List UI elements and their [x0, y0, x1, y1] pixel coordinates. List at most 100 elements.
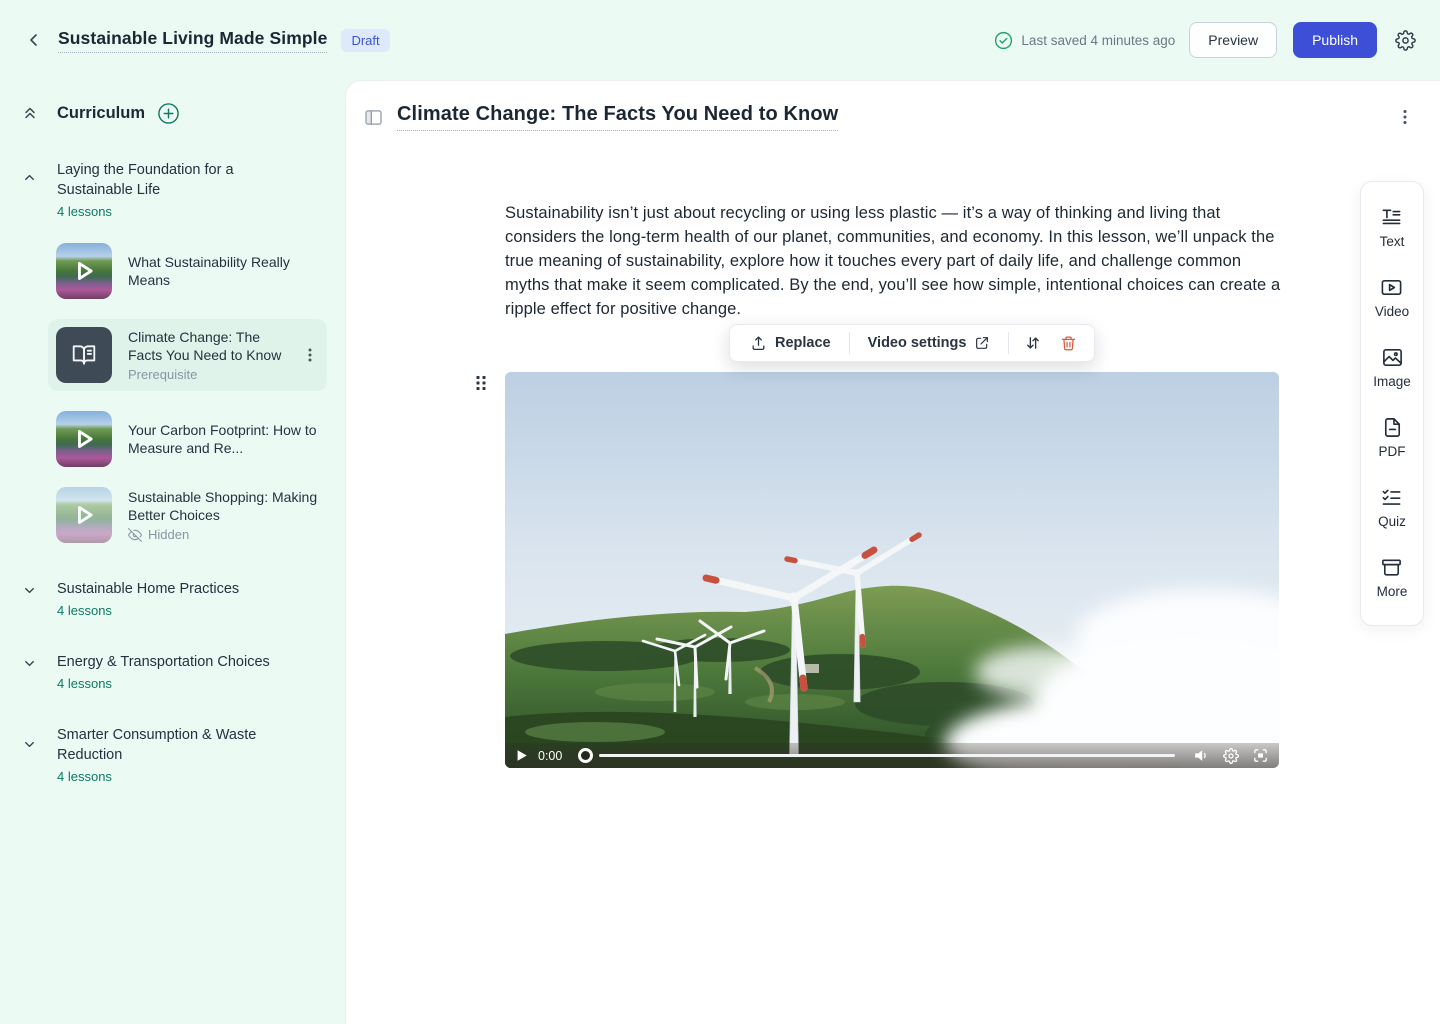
kebab-icon: [303, 347, 317, 363]
add-section-button[interactable]: [157, 102, 180, 125]
video-player[interactable]: 0:00: [505, 372, 1279, 768]
move-block-button[interactable]: [1017, 328, 1049, 358]
lesson-item[interactable]: What Sustainability Really Means: [56, 243, 327, 299]
image-icon: [1381, 346, 1404, 369]
panel-left-icon: [365, 110, 382, 125]
scrubber-handle[interactable]: [578, 748, 593, 763]
palette-item-text[interactable]: Text: [1380, 206, 1405, 249]
check-circle-icon: [994, 31, 1013, 50]
replace-video-button[interactable]: Replace: [740, 329, 841, 358]
section-title[interactable]: Sustainable Home Practices: [57, 579, 272, 599]
lesson-item-selected[interactable]: Climate Change: The Facts You Need to Kn…: [48, 319, 327, 391]
preview-button[interactable]: Preview: [1189, 22, 1277, 58]
section-lesson-count: 4 lessons: [57, 603, 327, 618]
lesson-editor-panel: Climate Change: The Facts You Need to Kn…: [345, 80, 1440, 1024]
section-expand-button[interactable]: [22, 583, 37, 598]
delete-block-button[interactable]: [1053, 329, 1084, 358]
palette-label: Video: [1375, 304, 1409, 319]
palette-item-video[interactable]: Video: [1375, 276, 1409, 319]
palette-label: Image: [1373, 374, 1411, 389]
kebab-icon: [1398, 108, 1412, 126]
video-current-time: 0:00: [538, 749, 568, 763]
back-button[interactable]: [22, 28, 46, 52]
toggle-sidebar-button[interactable]: [363, 108, 384, 127]
volume-button[interactable]: [1193, 747, 1210, 764]
play-icon: [56, 411, 112, 467]
palette-label: PDF: [1379, 444, 1406, 459]
lesson-item[interactable]: Sustainable Shopping: Making Better Choi…: [56, 487, 327, 543]
fullscreen-icon: [1252, 747, 1269, 764]
reading-lesson-tile: [56, 327, 112, 383]
palette-label: Quiz: [1378, 514, 1406, 529]
course-title[interactable]: Sustainable Living Made Simple: [58, 28, 327, 53]
publish-button[interactable]: Publish: [1293, 22, 1377, 58]
play-icon: [56, 243, 112, 299]
video-thumbnail: [56, 411, 112, 467]
palette-item-quiz[interactable]: Quiz: [1378, 486, 1406, 529]
pdf-icon: [1381, 416, 1404, 439]
video-icon: [1380, 276, 1403, 299]
lesson-hidden-status: Hidden: [128, 527, 327, 542]
section-expand-button[interactable]: [22, 737, 37, 752]
lesson-title: Climate Change: The Facts You Need to Kn…: [128, 328, 285, 364]
topbar: Sustainable Living Made Simple Draft Las…: [0, 0, 1440, 80]
section-lesson-count: 4 lessons: [57, 676, 327, 691]
lesson-item[interactable]: Your Carbon Footprint: How to Measure an…: [56, 411, 327, 467]
block-palette: Text Video Image PDF Quiz More: [1360, 181, 1424, 626]
progress-track[interactable]: [599, 754, 1175, 757]
toolbar-divider: [849, 332, 850, 354]
curriculum-section: Energy & Transportation Choices 4 lesson…: [16, 652, 327, 691]
curriculum-header: Curriculum: [16, 98, 327, 128]
replace-label: Replace: [775, 335, 831, 351]
curriculum-section: Sustainable Home Practices 4 lessons: [16, 579, 327, 618]
palette-item-more[interactable]: More: [1377, 556, 1408, 599]
section-title[interactable]: Smarter Consumption & Waste Reduction: [57, 725, 272, 765]
section-collapse-button[interactable]: [22, 170, 37, 185]
drag-handle-icon[interactable]: [475, 374, 487, 392]
lesson-list: What Sustainability Really Means Climate…: [16, 243, 327, 543]
chevron-up-icon: [22, 170, 37, 185]
lesson-title: What Sustainability Really Means: [128, 253, 327, 289]
video-frame-image: [505, 372, 1279, 768]
section-lesson-count: 4 lessons: [57, 769, 327, 784]
video-settings-button[interactable]: Video settings: [858, 329, 1001, 357]
external-link-icon: [974, 335, 990, 351]
section-expand-button[interactable]: [22, 656, 37, 671]
chevron-left-icon: [26, 32, 42, 48]
video-thumbnail: [56, 487, 112, 543]
chevron-down-icon: [22, 583, 37, 598]
lesson-title: Your Carbon Footprint: How to Measure an…: [128, 421, 327, 457]
collapse-all-button[interactable]: [22, 105, 38, 121]
lesson-header: Climate Change: The Facts You Need to Kn…: [363, 103, 1416, 131]
video-settings-label: Video settings: [868, 335, 967, 351]
gear-icon: [1223, 748, 1239, 764]
lesson-page-title[interactable]: Climate Change: The Facts You Need to Kn…: [397, 103, 838, 131]
sort-arrows-icon: [1024, 334, 1042, 352]
palette-item-pdf[interactable]: PDF: [1379, 416, 1406, 459]
topbar-actions: Last saved 4 minutes ago Preview Publish: [994, 22, 1420, 58]
eye-off-icon: [128, 528, 142, 542]
section-title[interactable]: Laying the Foundation for a Sustainable …: [57, 160, 272, 200]
video-block-toolbar: Replace Video settings: [729, 324, 1095, 362]
fullscreen-button[interactable]: [1252, 747, 1269, 764]
play-button[interactable]: [515, 749, 528, 762]
player-settings-button[interactable]: [1223, 748, 1239, 764]
palette-item-image[interactable]: Image: [1373, 346, 1411, 389]
last-saved-status: Last saved 4 minutes ago: [994, 31, 1175, 50]
chevron-down-icon: [22, 737, 37, 752]
lesson-options-button[interactable]: [1394, 104, 1416, 130]
chevron-down-icon: [22, 656, 37, 671]
section-title[interactable]: Energy & Transportation Choices: [57, 652, 272, 672]
curriculum-section: Smarter Consumption & Waste Reduction 4 …: [16, 725, 327, 784]
toolbar-divider: [1008, 332, 1009, 354]
video-controls-bar: 0:00: [505, 743, 1279, 768]
lesson-paragraph[interactable]: Sustainability isn’t just about recyclin…: [505, 201, 1283, 321]
curriculum-title: Curriculum: [57, 104, 145, 123]
more-icon: [1380, 556, 1403, 579]
lesson-subtitle: Hidden: [148, 527, 189, 542]
lesson-title: Sustainable Shopping: Making Better Choi…: [128, 488, 327, 524]
settings-button[interactable]: [1391, 26, 1420, 55]
palette-label: More: [1377, 584, 1408, 599]
lesson-menu-button[interactable]: [301, 345, 319, 365]
trash-icon: [1060, 335, 1077, 352]
